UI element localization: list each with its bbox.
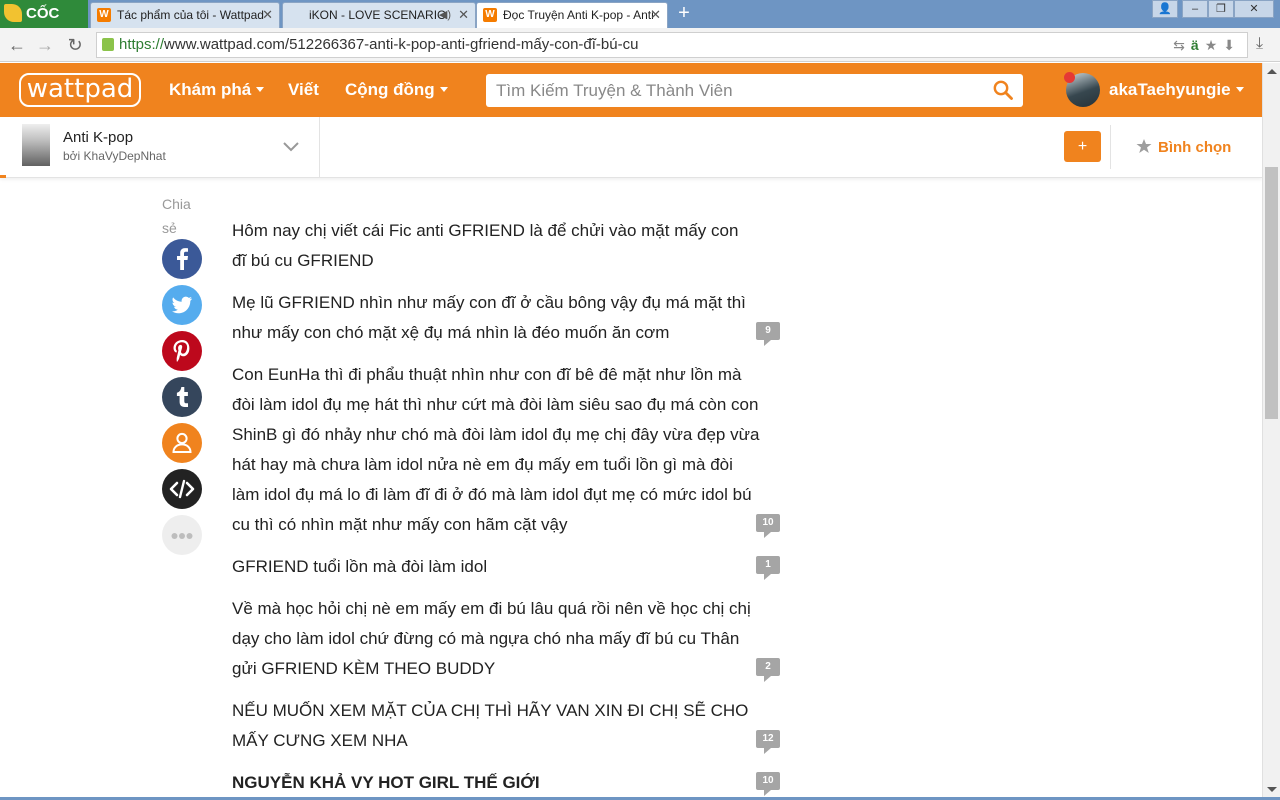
- vote-button[interactable]: Bình chọn: [1136, 117, 1231, 178]
- lock-icon: [102, 38, 114, 51]
- embed-share-button[interactable]: [162, 469, 202, 509]
- caret-down-icon: [256, 87, 265, 92]
- inline-comment-count[interactable]: 2: [756, 658, 780, 682]
- back-icon[interactable]: ←: [6, 34, 28, 56]
- story-title[interactable]: Anti K-pop: [63, 129, 133, 146]
- nav-label: Viết: [288, 80, 319, 99]
- caret-down-icon: [439, 87, 448, 92]
- translate-icon[interactable]: ⇆: [1173, 37, 1191, 53]
- nav-discover[interactable]: Khám phá: [169, 63, 265, 117]
- more-share-button[interactable]: [162, 515, 202, 555]
- url-scheme: https://: [119, 36, 165, 53]
- restore-icon[interactable]: ❐: [1208, 0, 1234, 18]
- tab-title: iKON - LOVE SCENARIO: [309, 8, 447, 22]
- embed-icon: [169, 479, 195, 499]
- story-paragraph: NGUYỄN KHẢ VY HOT GIRL THẾ GIỚI: [232, 773, 540, 792]
- user-menu[interactable]: akaTaehyungie: [1109, 63, 1244, 117]
- scroll-thumb[interactable]: [1265, 167, 1278, 419]
- inline-comment-count[interactable]: 12: [756, 730, 780, 754]
- tab-current-story[interactable]: W Đọc Truyện Anti K-pop - Anti ✕: [476, 2, 668, 28]
- star-icon: [1136, 139, 1152, 153]
- reading-progress: [0, 175, 6, 178]
- browser-logo[interactable]: CỐC CỐC: [0, 0, 88, 50]
- divider: [1110, 125, 1111, 169]
- url-text: www.wattpad.com/512266367-anti-k-pop-ant…: [164, 36, 639, 53]
- nav-write[interactable]: Viết: [288, 63, 319, 117]
- scroll-down-icon[interactable]: [1267, 787, 1277, 792]
- story-paragraph: GFRIEND tuổi lồn mà đòi làm idol: [232, 557, 488, 576]
- divider: [319, 117, 320, 178]
- chevron-down-icon[interactable]: [282, 137, 300, 155]
- close-window-icon[interactable]: ✕: [1234, 0, 1274, 18]
- new-tab-button[interactable]: +: [674, 3, 694, 23]
- story-paragraph: Mẹ lũ GFRIEND nhìn như mấy con đĩ ở cầu …: [232, 293, 746, 342]
- nav-label: Cộng đồng: [345, 80, 435, 99]
- user-icon: [172, 432, 192, 453]
- search-icon[interactable]: [993, 80, 1013, 100]
- story-paragraph: Hôm nay chị viết cái Fic anti GFRIEND là…: [232, 221, 739, 270]
- browser-tabstrip: CỐC CỐC W Tác phẩm của tôi - Wattpad ✕ i…: [0, 0, 1280, 50]
- search-box: [486, 74, 1023, 107]
- translate-glyph[interactable]: ä: [1191, 37, 1205, 53]
- save-page-icon[interactable]: ⬇: [1223, 37, 1241, 53]
- story-cover[interactable]: [22, 124, 50, 166]
- page-scrollbar[interactable]: [1262, 63, 1280, 800]
- notification-badge[interactable]: [1064, 72, 1075, 83]
- download-icon[interactable]: ⤓: [1256, 35, 1263, 53]
- address-bar[interactable]: https://www.wattpad.com/512266367-anti-k…: [96, 32, 1248, 58]
- story-author[interactable]: bởi KhaVyDepNhat: [63, 149, 166, 163]
- inline-comment-count[interactable]: 9: [756, 322, 780, 346]
- tumblr-icon: [176, 387, 188, 407]
- bookmark-star-icon[interactable]: ★: [1205, 37, 1224, 53]
- add-to-library-button[interactable]: +: [1064, 131, 1101, 162]
- facebook-share-button[interactable]: [162, 239, 202, 279]
- close-icon[interactable]: ✕: [262, 3, 273, 27]
- facebook-icon: [177, 248, 188, 270]
- story-paragraph: Con EunHa thì đi phẩu thuật nhìn như con…: [232, 365, 760, 534]
- nav-community[interactable]: Cộng đồng: [345, 63, 448, 117]
- tab-ikon[interactable]: iKON - LOVE SCENARIO ◀) ✕: [282, 2, 476, 28]
- forward-icon[interactable]: →: [34, 34, 56, 56]
- address-bar-icons: ⇆ä★⬇: [1173, 33, 1241, 57]
- username: akaTaehyungie: [1109, 80, 1231, 99]
- minimize-icon[interactable]: –: [1182, 0, 1208, 18]
- tab-title: Tác phẩm của tôi - Wattpad: [117, 8, 264, 22]
- site-header: wattpad Khám phá Viết Cộng đồng akaTaehy…: [0, 63, 1268, 117]
- scroll-up-icon[interactable]: [1267, 69, 1277, 74]
- tab-title: Đọc Truyện Anti K-pop - Anti: [503, 8, 654, 22]
- story-paragraph: Về mà học hỏi chị nè em mấy em đi bú lâu…: [232, 599, 751, 678]
- search-input[interactable]: [486, 74, 966, 107]
- inline-comment-count[interactable]: 1: [756, 556, 780, 580]
- caret-down-icon: [1235, 87, 1244, 92]
- nav-label: Khám phá: [169, 80, 252, 99]
- twitter-icon: [172, 296, 192, 314]
- profile-icon[interactable]: 👤: [1152, 0, 1178, 18]
- share-label: Chia sẻ: [162, 196, 191, 236]
- more-icon: [171, 533, 193, 539]
- vote-label: Bình chọn: [1158, 139, 1232, 156]
- close-icon[interactable]: ✕: [650, 3, 661, 27]
- story-paragraph: NẾU MUỐN XEM MẶT CỦA CHỊ THÌ HÃY VAN XIN…: [232, 701, 749, 750]
- tab-my-works[interactable]: W Tác phẩm của tôi - Wattpad ✕: [90, 2, 280, 28]
- browser-toolbar: ← → ↻ https://www.wattpad.com/512266367-…: [0, 28, 1280, 62]
- reload-icon[interactable]: ↻: [64, 34, 86, 56]
- inline-comment-count[interactable]: 10: [756, 772, 780, 796]
- story-bar: Anti K-pop bởi KhaVyDepNhat + Bình chọn: [0, 117, 1262, 178]
- pinterest-icon: [173, 340, 190, 362]
- wattpad-favicon-icon: W: [97, 8, 111, 22]
- twitter-share-button[interactable]: [162, 285, 202, 325]
- leaf-icon: [4, 4, 22, 22]
- wattpad-favicon-icon: W: [483, 8, 497, 22]
- tumblr-share-button[interactable]: [162, 377, 202, 417]
- inline-comment-count[interactable]: 10: [756, 514, 780, 538]
- speaker-icon[interactable]: ◀): [439, 3, 451, 27]
- profile-share-button[interactable]: [162, 423, 202, 463]
- wattpad-logo[interactable]: wattpad: [19, 73, 141, 107]
- close-icon[interactable]: ✕: [458, 3, 469, 27]
- pinterest-share-button[interactable]: [162, 331, 202, 371]
